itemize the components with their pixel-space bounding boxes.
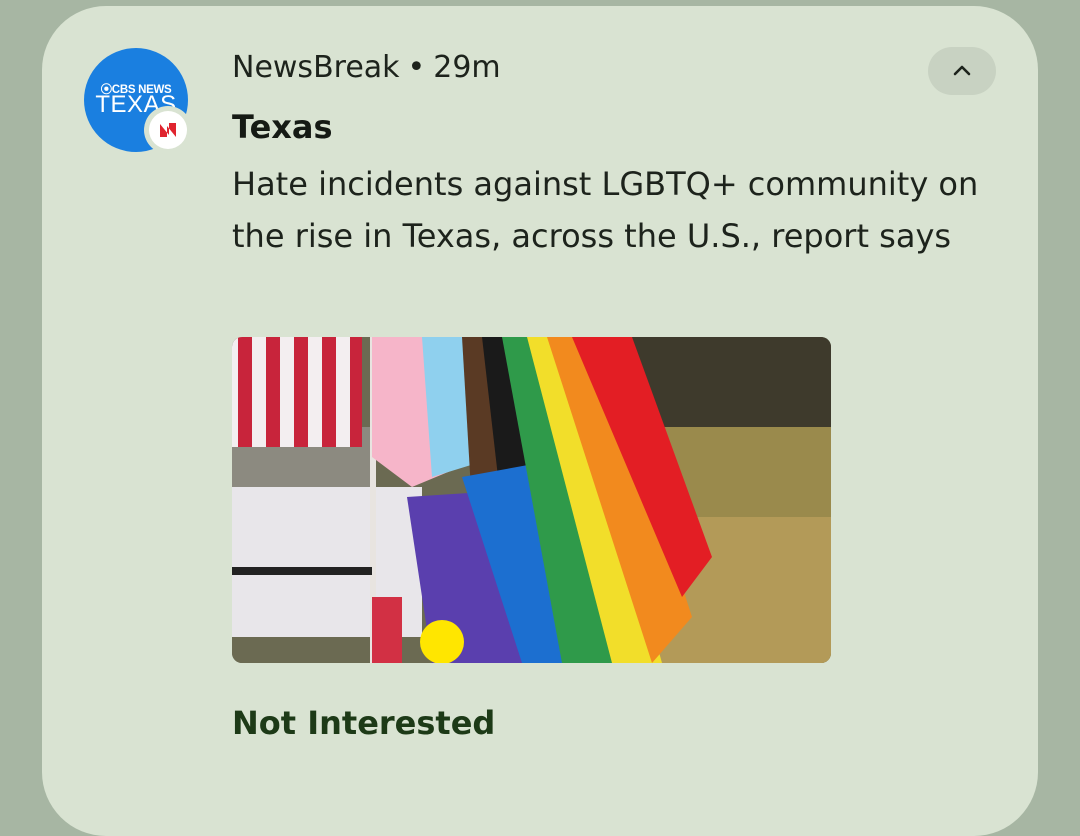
chevron-up-icon [953, 65, 971, 76]
notification-title: Texas [232, 108, 333, 146]
header-separator: • [407, 50, 426, 85]
notification-text: Hate incidents against LGBTQ+ community … [232, 165, 979, 255]
newsbreak-logo-icon [144, 106, 192, 154]
timestamp: 29m [433, 50, 501, 85]
app-name: NewsBreak [232, 50, 400, 85]
collapse-button[interactable] [928, 47, 996, 95]
notification-image[interactable] [232, 337, 831, 663]
notification-header: NewsBreak • 29m [232, 50, 501, 85]
not-interested-button[interactable]: Not Interested [232, 704, 495, 742]
